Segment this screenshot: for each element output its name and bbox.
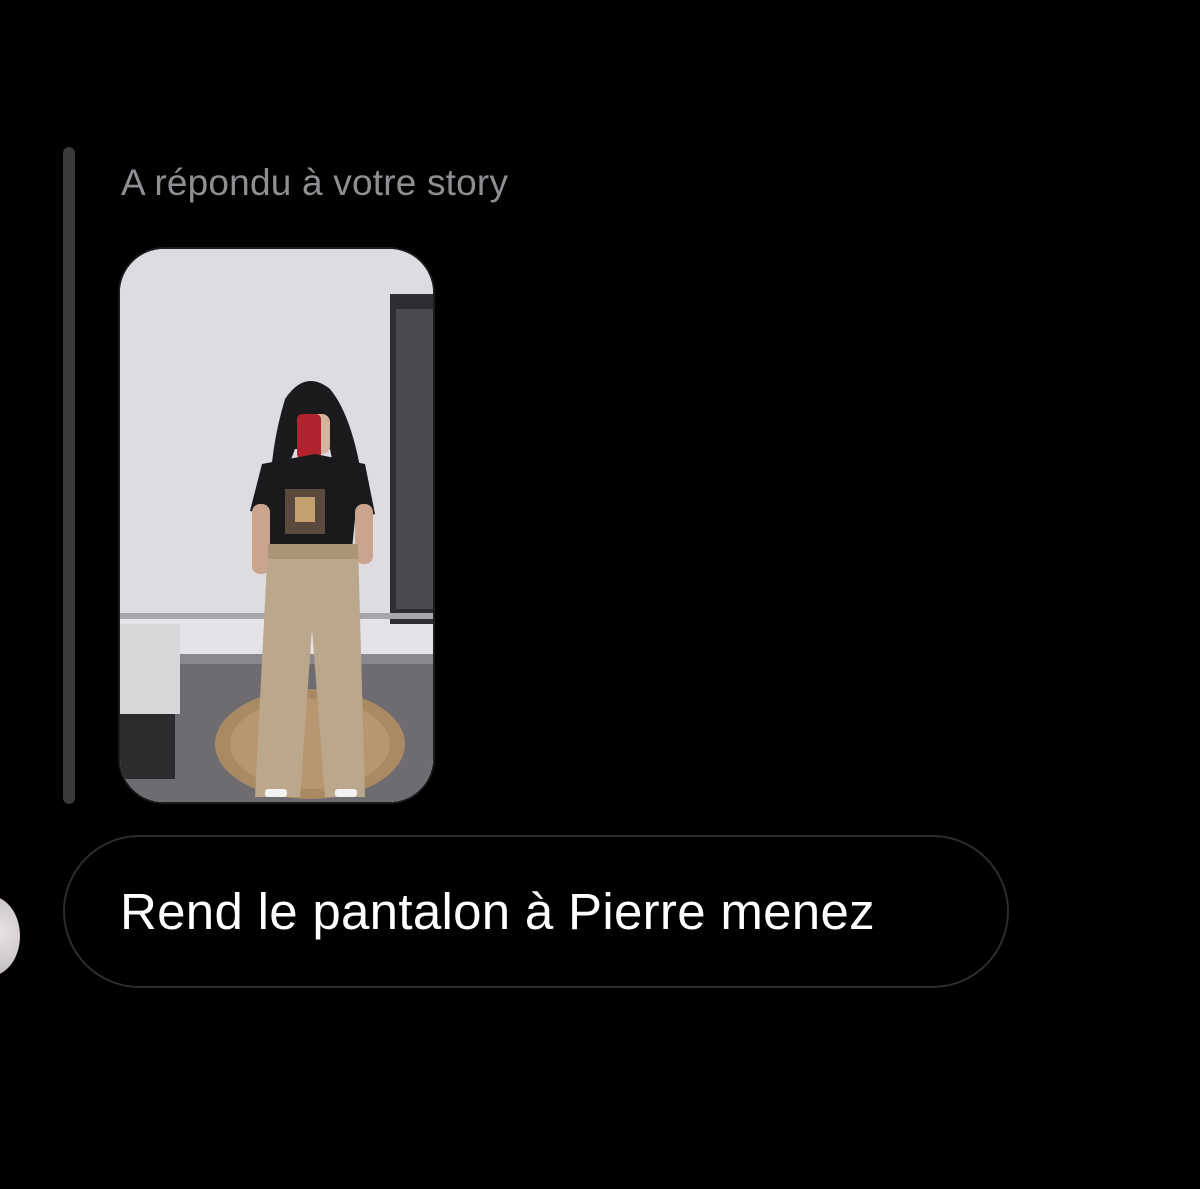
story-photo-illustration [120, 249, 433, 802]
story-reply-caption: A répondu à votre story [121, 162, 509, 203]
chat-screen: A répondu à votre story Rend le pantalon… [0, 0, 1200, 1189]
sender-avatar[interactable] [0, 896, 20, 976]
message-text: Rend le pantalon à Pierre menez [120, 883, 875, 940]
story-thumbnail[interactable] [120, 249, 433, 802]
reply-indicator-bar [63, 147, 75, 804]
